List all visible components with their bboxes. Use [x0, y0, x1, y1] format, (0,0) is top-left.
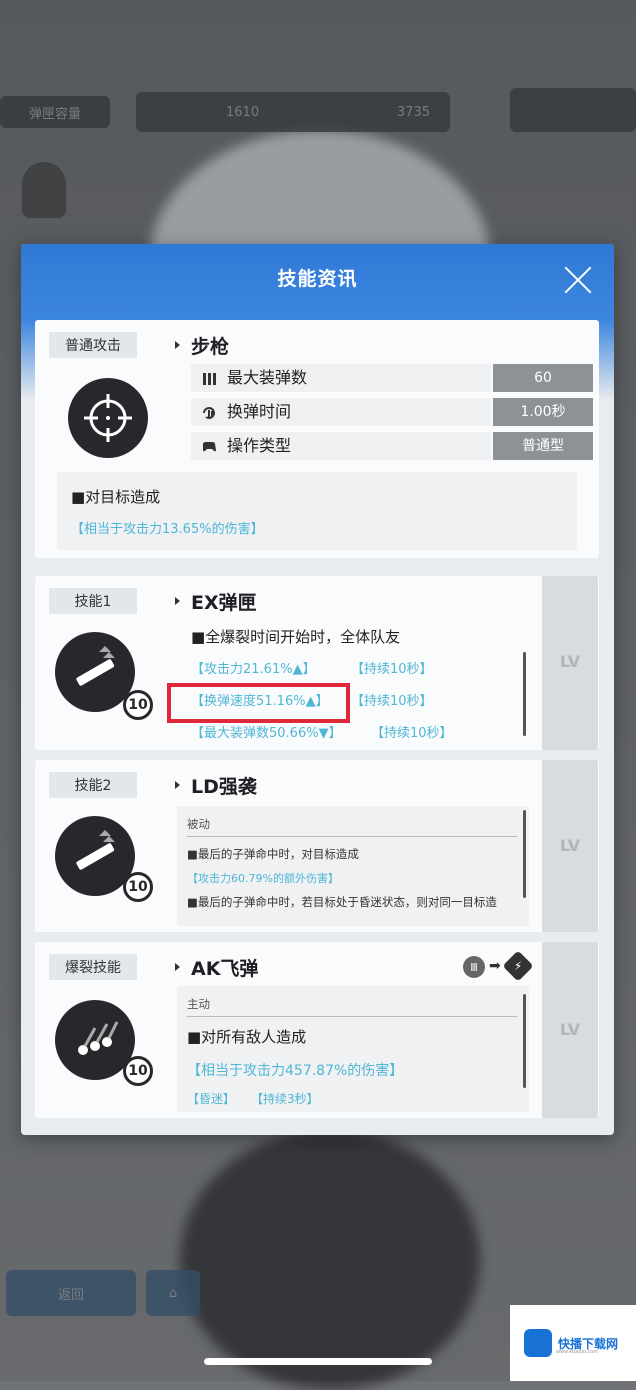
burst-description: 主动 ■对所有敌人造成 【相当于攻击力457.87%的伤害】 【昏迷】 【持续3…	[177, 986, 529, 1112]
burst-level-button[interactable]: LV	[542, 942, 598, 1118]
burst-stage-icon: Ⅲ	[463, 956, 485, 978]
stat-row-reload-time: 换弹时间 1.00秒	[191, 398, 593, 426]
desc-detail: 【相当于攻击力13.65%的伤害】	[71, 522, 264, 537]
skill2-tag: 技能2	[49, 772, 137, 798]
scrollbar[interactable]	[523, 810, 526, 898]
skill2-description: 被动 ■最后的子弹命中时，对目标造成 【攻击力60.79%的额外伤害】 ■最后的…	[177, 806, 529, 926]
arrow-icon	[175, 963, 180, 971]
watermark-sub: www.kuaibo.com	[556, 1349, 599, 1355]
normal-attack-tag: 普通攻击	[49, 332, 137, 358]
skill1-buff-b: 【持续10秒】	[351, 662, 433, 677]
skill-level-badge: 10	[123, 1056, 153, 1086]
stat-label: 操作类型	[191, 432, 491, 460]
watermark-logo-icon	[524, 1329, 552, 1357]
lightning-icon: ⚡	[502, 950, 534, 982]
skill1-buff-a: 【攻击力21.61%▲】	[191, 662, 316, 677]
modal-header: 技能资讯	[21, 244, 614, 320]
scrollbar[interactable]	[523, 652, 526, 736]
crosshair-icon	[68, 378, 148, 458]
desc-title: ■对目标造成	[71, 488, 161, 506]
gamepad-icon	[203, 442, 216, 452]
skill-level-badge: 10	[123, 690, 153, 720]
skill1-card: 技能1 EX弹匣 10 ■全爆裂时间开始时，全体队友 【攻击力21.61%▲】 …	[35, 576, 599, 750]
arrow-right-icon: ➡	[489, 958, 501, 974]
skill2-line1: ■最后的子弹命中时，对目标造成	[187, 847, 359, 861]
close-icon[interactable]	[562, 264, 594, 296]
skill2-name: LD强袭	[191, 776, 257, 798]
skill2-card: 技能2 LD强袭 10 被动 ■最后的子弹命中时，对目标造成 【攻击力60.79…	[35, 760, 599, 932]
ammo-icon	[203, 373, 216, 385]
divider	[187, 836, 517, 837]
skill-type: 被动	[187, 817, 210, 831]
burst-desc-title: ■对所有敌人造成	[187, 1028, 307, 1046]
scrollbar[interactable]	[523, 994, 526, 1088]
skill-level-badge: 10	[123, 872, 153, 902]
skill2-line1-detail: 【攻击力60.79%的额外伤害】	[187, 872, 339, 885]
stat-value: 普通型	[493, 432, 593, 460]
stat-label: 最大装弹数	[191, 364, 491, 392]
skill2-line2: ■最后的子弹命中时，若目标处于昏迷状态，则对同一目标造	[187, 895, 497, 909]
burst-skill-card: 爆裂技能 AK飞弹 Ⅲ ➡ ⚡ 10 主动 ■对所有敌人造成 【相当于攻击力45…	[35, 942, 599, 1118]
arrow-icon	[175, 597, 180, 605]
stat-value: 60	[493, 364, 593, 392]
weapon-name: 步枪	[191, 336, 230, 358]
skill1-buff-b: 【持续10秒】	[351, 694, 433, 709]
skill1-desc-title: ■全爆裂时间开始时，全体队友	[191, 628, 401, 646]
modal-title: 技能资讯	[277, 268, 358, 290]
arrow-icon	[175, 341, 180, 349]
skill1-level-button[interactable]: LV	[542, 576, 598, 750]
divider	[187, 1016, 517, 1017]
skill1-name: EX弹匣	[191, 592, 257, 614]
skill1-tag: 技能1	[49, 588, 137, 614]
burst-tag: 爆裂技能	[49, 954, 137, 980]
stat-row-control-type: 操作类型 普通型	[191, 432, 593, 460]
skill2-level-button[interactable]: LV	[542, 760, 598, 932]
normal-attack-description: ■对目标造成 【相当于攻击力13.65%的伤害】	[57, 472, 577, 550]
skill1-buff-b: 【持续10秒】	[371, 726, 453, 741]
reload-icon	[203, 407, 215, 419]
stat-label: 换弹时间	[191, 398, 491, 426]
stat-row-max-ammo: 最大装弹数 60	[191, 364, 593, 392]
watermark: 快播下载网 www.kuaibo.com	[510, 1305, 636, 1381]
burst-tag-duration: 【持续3秒】	[251, 1092, 319, 1106]
stat-value: 1.00秒	[493, 398, 593, 426]
burst-name: AK飞弹	[191, 958, 259, 980]
burst-desc-detail: 【相当于攻击力457.87%的伤害】	[187, 1063, 404, 1079]
skill-type: 主动	[187, 997, 210, 1011]
burst-tag-stun: 【昏迷】	[187, 1092, 236, 1106]
highlight-box	[167, 683, 350, 723]
arrow-icon	[175, 781, 180, 789]
skill1-buff-a: 【最大装弹数50.66%▼】	[191, 726, 342, 741]
home-indicator[interactable]	[204, 1358, 432, 1365]
normal-attack-card: 普通攻击 步枪 最大装弹数 60 换弹时间 1.00秒 操作类型 普通型 ■对目…	[35, 320, 599, 558]
